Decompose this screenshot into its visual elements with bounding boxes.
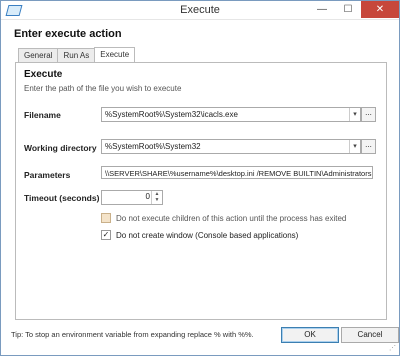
close-button[interactable]: ✕ — [361, 1, 399, 18]
chevron-down-icon[interactable]: ▾ — [349, 108, 360, 121]
cancel-button[interactable]: Cancel — [341, 327, 399, 343]
window-controls: — ☐ ✕ — [309, 1, 399, 18]
chevron-down-icon[interactable]: ▾ — [349, 140, 360, 153]
no-window-label: Do not create window (Console based appl… — [116, 230, 299, 240]
section-title: Execute — [24, 69, 63, 80]
resize-grip-icon[interactable]: ⋰ — [389, 344, 396, 352]
title-bar: Execute — ☐ ✕ — [1, 1, 399, 20]
working-directory-label: Working directory — [24, 143, 97, 153]
no-exec-children-checkbox[interactable] — [101, 213, 111, 223]
timeout-label: Timeout (seconds) — [24, 193, 100, 203]
tab-run-as[interactable]: Run As — [57, 48, 96, 62]
parameters-input[interactable]: \\SERVER\SHARE\%username%\desktop.ini /R… — [101, 166, 373, 179]
filename-combo[interactable]: %SystemRoot%\System32\icacls.exe ▾ — [101, 107, 361, 122]
parameters-label: Parameters — [24, 170, 71, 180]
no-window-checkbox[interactable]: ✓ — [101, 230, 111, 240]
filename-browse-button[interactable]: ... — [361, 107, 376, 122]
maximize-button[interactable]: ☐ — [335, 1, 361, 18]
filename-value: %SystemRoot%\System32\icacls.exe — [105, 110, 238, 119]
no-window-option[interactable]: ✓ Do not create window (Console based ap… — [101, 230, 298, 240]
no-exec-children-option[interactable]: Do not execute children of this action u… — [101, 213, 346, 223]
execute-panel: Execute Enter the path of the file you w… — [15, 62, 387, 320]
dialog-heading: Enter execute action — [14, 28, 122, 40]
tab-bar: General Run As Execute — [18, 47, 136, 62]
working-directory-value: %SystemRoot%\System32 — [105, 142, 201, 151]
ok-button[interactable]: OK — [281, 327, 339, 343]
section-subtitle: Enter the path of the file you wish to e… — [24, 84, 182, 93]
tab-execute[interactable]: Execute — [94, 47, 136, 62]
timeout-value: 0 — [145, 192, 150, 201]
tab-general[interactable]: General — [18, 48, 59, 62]
tip-text: Tip: To stop an environment variable fro… — [11, 330, 254, 339]
timeout-stepper[interactable]: 0 ▲ ▼ — [101, 190, 163, 205]
filename-label: Filename — [24, 110, 61, 120]
minimize-button[interactable]: — — [309, 1, 335, 18]
spinner-buttons: ▲ ▼ — [151, 191, 162, 204]
execute-dialog: Execute — ☐ ✕ Enter execute action Gener… — [0, 0, 400, 356]
working-directory-browse-button[interactable]: ... — [361, 139, 376, 154]
working-directory-combo[interactable]: %SystemRoot%\System32 ▾ — [101, 139, 361, 154]
no-exec-children-label: Do not execute children of this action u… — [116, 213, 347, 223]
spin-down-icon[interactable]: ▼ — [152, 197, 162, 203]
